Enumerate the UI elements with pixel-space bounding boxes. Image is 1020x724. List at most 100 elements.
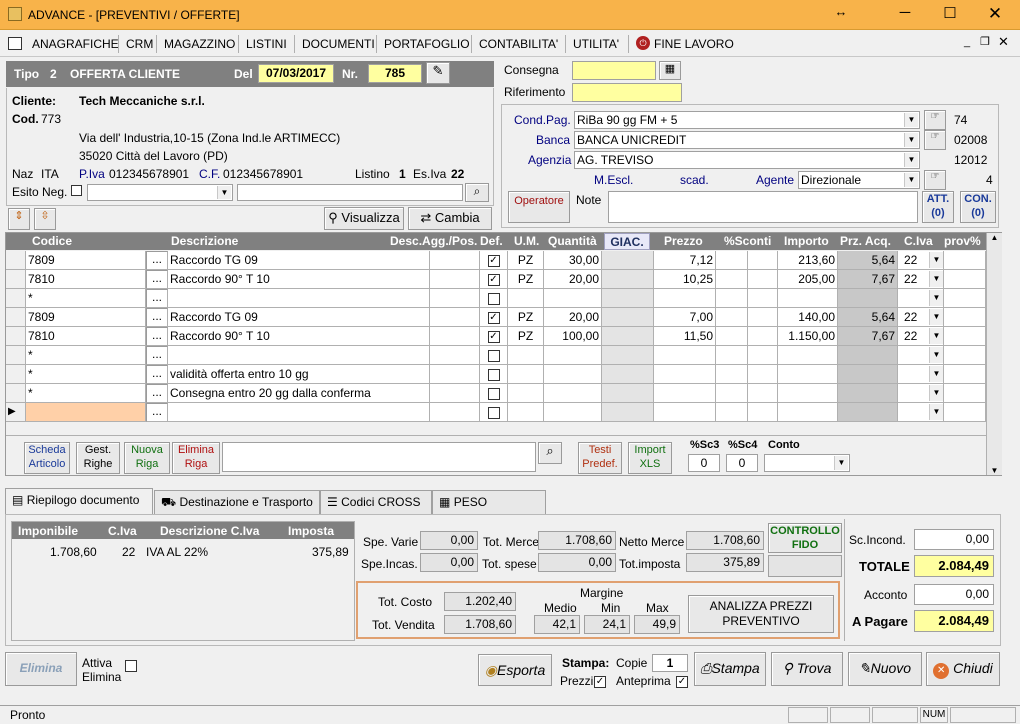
nuova-riga-button[interactable]: Nuova Riga [124,442,170,474]
lookup-button[interactable]: ... [146,365,168,384]
collapse-button[interactable]: ⇳ [34,208,56,230]
cell-sconto1[interactable] [716,308,748,327]
consegna-field[interactable] [572,61,656,80]
cell-sconto2[interactable] [748,403,778,422]
con-button[interactable]: CON. (0) [960,191,996,223]
cell-def-checkbox[interactable] [480,289,508,308]
close-button[interactable]: ✕ [980,4,1010,24]
cell-prov[interactable] [944,346,986,365]
cell-description[interactable] [168,289,430,308]
cell-quantity[interactable]: 30,00 [544,251,602,270]
cell-description[interactable] [168,346,430,365]
cell-code[interactable] [26,403,146,422]
giac-header-button[interactable]: GIAC. [604,233,650,250]
stampa-button[interactable]: ⎙Stampa [694,652,766,686]
cell-code[interactable]: 7809 [26,251,146,270]
chiudi-button[interactable]: ✕ Chiudi [926,652,1000,686]
cell-sconto2[interactable] [748,327,778,346]
cell-um[interactable]: PZ [508,308,544,327]
cell-description[interactable]: Raccordo 90° T 10 [168,270,430,289]
cell-code[interactable]: 7809 [26,308,146,327]
elimina-riga-button[interactable]: Elimina Riga [172,442,220,474]
cell-quantity[interactable] [544,289,602,308]
controllo-fido-button[interactable]: CONTROLLO FIDO [768,523,842,553]
cell-sconto2[interactable] [748,308,778,327]
mdi-restore-icon[interactable]: ❐ [980,35,990,48]
cell-quantity[interactable] [544,346,602,365]
cell-um[interactable]: PZ [508,251,544,270]
cell-importo[interactable]: 1.150,00 [778,327,838,346]
calendar-button[interactable]: ▦ [659,61,681,80]
esito-note-field[interactable] [237,184,463,201]
cell-importo[interactable]: 140,00 [778,308,838,327]
checkbox[interactable] [487,292,500,305]
row-selector[interactable] [6,327,26,346]
menu-listini[interactable]: LISTINI [246,37,287,51]
cell-importo[interactable] [778,403,838,422]
cell-prov[interactable] [944,365,986,384]
grid-search-button[interactable]: ⌕ [538,442,562,464]
cell-iva-select[interactable]: 22 ▼ [898,251,944,270]
cell-sconto2[interactable] [748,365,778,384]
cell-code[interactable]: * [26,346,146,365]
cell-code[interactable]: 7810 [26,327,146,346]
maximize-button[interactable]: ☐ [935,4,965,22]
row-selector[interactable] [6,346,26,365]
cell-def-checkbox[interactable]: ✓ [480,308,508,327]
row-selector[interactable] [6,308,26,327]
cell-quantity[interactable] [544,403,602,422]
cell-price[interactable] [654,289,716,308]
scroll-up-icon[interactable]: ▲ [987,233,1002,242]
checkbox[interactable]: ✓ [487,273,500,286]
cell-desc-agg[interactable] [430,289,480,308]
menu-utilita[interactable]: UTILITA' [573,37,619,51]
cell-sconto1[interactable] [716,251,748,270]
checkbox[interactable]: ✓ [487,311,500,324]
edit-number-button[interactable]: ✎ [426,62,450,84]
row-selector[interactable] [6,270,26,289]
cell-sconto1[interactable] [716,346,748,365]
cell-price[interactable]: 11,50 [654,327,716,346]
cond-pag-select[interactable]: RiBa 90 gg FM + 5 ▼ [574,111,920,129]
cell-prov[interactable] [944,384,986,403]
lookup-button[interactable]: ... [146,308,168,327]
cell-prov[interactable] [944,251,986,270]
cell-quantity[interactable]: 20,00 [544,270,602,289]
cell-sconto2[interactable] [748,384,778,403]
conto-select[interactable]: ▼ [764,454,850,472]
tab-riepilogo[interactable]: ▤ Riepilogo documento [5,488,153,514]
cell-sconto2[interactable] [748,289,778,308]
checkbox[interactable] [487,368,500,381]
cell-sconto2[interactable] [748,346,778,365]
cell-desc-agg[interactable] [430,346,480,365]
menu-crm[interactable]: CRM [126,37,153,51]
cell-prov[interactable] [944,289,986,308]
cell-code[interactable]: * [26,365,146,384]
lookup-button[interactable]: ... [146,384,168,403]
cell-importo[interactable] [778,384,838,403]
cell-um[interactable] [508,403,544,422]
cell-importo[interactable]: 213,60 [778,251,838,270]
checkbox[interactable] [487,349,500,362]
mdi-minimize-icon[interactable]: _ [964,36,970,48]
dropdown-arrow-icon[interactable]: ▼ [929,328,943,344]
cell-def-checkbox[interactable] [480,365,508,384]
prezzi-checkbox[interactable]: ✓ [594,674,606,688]
riferimento-field[interactable] [572,83,682,102]
doc-date-field[interactable]: 07/03/2017 [258,64,334,83]
row-selector[interactable] [6,251,26,270]
lookup-button[interactable]: ... [146,270,168,289]
row-selector[interactable] [6,384,26,403]
lookup-button[interactable]: ... [146,251,168,270]
lookup-button[interactable]: ... [146,289,168,308]
elimina-document-button[interactable]: Elimina [5,652,77,686]
cambia-button[interactable]: ⇄ Cambia [408,207,492,230]
cell-sconto1[interactable] [716,365,748,384]
cell-importo[interactable] [778,346,838,365]
cell-sconto1[interactable] [716,384,748,403]
scheda-articolo-button[interactable]: Scheda Articolo [24,442,70,474]
cell-price[interactable] [654,384,716,403]
cell-importo[interactable] [778,289,838,308]
cell-desc-agg[interactable] [430,251,480,270]
lookup-button[interactable]: ... [146,327,168,346]
